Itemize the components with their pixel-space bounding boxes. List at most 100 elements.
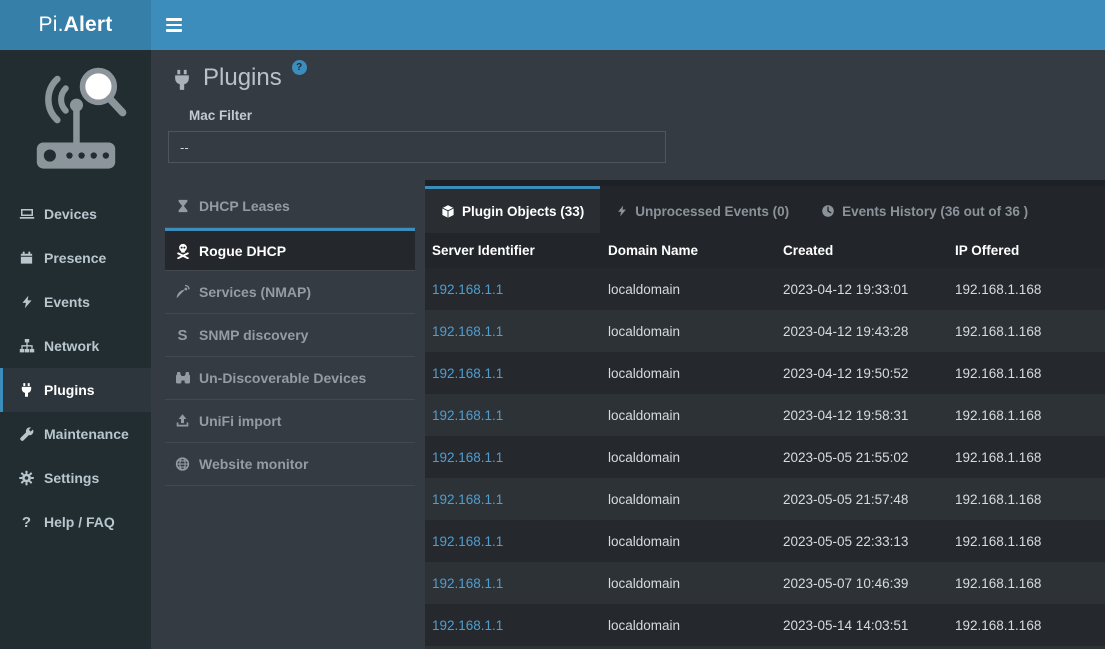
tab-label: Events History (36 out of 36 )	[842, 204, 1028, 219]
brand-logo[interactable]: Pi.Alert	[0, 0, 151, 50]
question-icon: ?	[18, 514, 35, 531]
brand-prefix: Pi.	[39, 13, 64, 37]
sidebar-item-devices[interactable]: Devices	[0, 192, 151, 236]
created-cell: 2023-05-14 14:03:51	[776, 604, 948, 646]
hamburger-icon[interactable]	[151, 0, 197, 50]
plugin-nav-label: Rogue DHCP	[199, 243, 286, 259]
ip-cell: 192.168.1.168	[948, 436, 1105, 478]
plugin-nav-dhcp-leases[interactable]: DHCP Leases	[165, 185, 415, 228]
router-scanner-logo	[0, 50, 151, 192]
domain-cell: localdomain	[601, 520, 776, 562]
sidebar-item-settings[interactable]: Settings	[0, 456, 151, 500]
col-header-ip-offered: IP Offered	[948, 233, 1105, 268]
s-letter-icon: S	[174, 327, 191, 344]
server-link[interactable]: 192.168.1.1	[432, 618, 503, 633]
table-row: 192.168.1.1 localdomain 2023-05-14 14:03…	[425, 604, 1105, 646]
ip-cell: 192.168.1.168	[948, 478, 1105, 520]
table-row: 192.168.1.1 localdomain 2023-04-12 19:43…	[425, 310, 1105, 352]
main-content: Plugins ? Mac Filter DHCP Leases Rogue D…	[151, 50, 1105, 649]
table-row: 192.168.1.1 localdomain 2023-05-05 21:57…	[425, 478, 1105, 520]
sidebar-item-label: Plugins	[44, 382, 95, 398]
calendar-icon	[18, 250, 35, 266]
server-link[interactable]: 192.168.1.1	[432, 408, 503, 423]
sidebar-item-label: Settings	[44, 470, 99, 486]
dhcp-objects-table: Server Identifier Domain Name Created IP…	[425, 233, 1105, 646]
plugin-nav-snmp-discovery[interactable]: S SNMP discovery	[165, 314, 415, 357]
sidebar-item-network[interactable]: Network	[0, 324, 151, 368]
created-cell: 2023-05-05 21:55:02	[776, 436, 948, 478]
mac-filter-input[interactable]	[168, 131, 666, 163]
server-link[interactable]: 192.168.1.1	[432, 366, 503, 381]
plugin-nav-label: UniFi import	[199, 413, 281, 429]
sidebar-item-presence[interactable]: Presence	[0, 236, 151, 280]
domain-cell: localdomain	[601, 436, 776, 478]
server-link[interactable]: 192.168.1.1	[432, 576, 503, 591]
col-header-server-identifier: Server Identifier	[425, 233, 601, 268]
ip-cell: 192.168.1.168	[948, 604, 1105, 646]
plugin-nav: DHCP Leases Rogue DHCP Services (NMAP) S…	[165, 185, 415, 486]
plugin-nav-services-nmap[interactable]: Services (NMAP)	[165, 271, 415, 314]
plugin-nav-website-monitor[interactable]: Website monitor	[165, 443, 415, 486]
sidebar-item-plugins[interactable]: Plugins	[0, 368, 151, 412]
sidebar-item-label: Maintenance	[44, 426, 129, 442]
plugin-nav-label: SNMP discovery	[199, 327, 308, 343]
tab-unprocessed-events[interactable]: Unprocessed Events (0)	[600, 186, 805, 233]
ip-cell: 192.168.1.168	[948, 352, 1105, 394]
page-header: Plugins ?	[151, 50, 1105, 92]
domain-cell: localdomain	[601, 604, 776, 646]
ip-cell: 192.168.1.168	[948, 520, 1105, 562]
plugin-nav-label: Un-Discoverable Devices	[199, 370, 366, 386]
help-badge[interactable]: ?	[292, 60, 307, 75]
hourglass-icon	[174, 198, 191, 214]
sidebar-item-label: Events	[44, 294, 90, 310]
plugin-table-panel: Plugin Objects (33) Unprocessed Events (…	[425, 180, 1105, 649]
server-link[interactable]: 192.168.1.1	[432, 450, 503, 465]
domain-cell: localdomain	[601, 352, 776, 394]
domain-cell: localdomain	[601, 562, 776, 604]
brand-bold: Alert	[64, 13, 113, 37]
plugin-nav-undiscoverable-devices[interactable]: Un-Discoverable Devices	[165, 357, 415, 400]
tab-label: Unprocessed Events (0)	[635, 204, 789, 219]
ip-cell: 192.168.1.168	[948, 310, 1105, 352]
sidebar-item-label: Devices	[44, 206, 97, 222]
skull-crossbones-icon	[174, 243, 191, 259]
tab-plugin-objects[interactable]: Plugin Objects (33)	[425, 186, 600, 233]
server-link[interactable]: 192.168.1.1	[432, 324, 503, 339]
tab-label: Plugin Objects (33)	[462, 204, 584, 219]
tab-events-history[interactable]: Events History (36 out of 36 )	[805, 186, 1044, 233]
plug-icon	[171, 68, 193, 92]
ip-cell: 192.168.1.168	[948, 562, 1105, 604]
table-row: 192.168.1.1 localdomain 2023-04-12 19:58…	[425, 394, 1105, 436]
table-row: 192.168.1.1 localdomain 2023-05-07 10:46…	[425, 562, 1105, 604]
col-header-created: Created	[776, 233, 948, 268]
sidebar-item-events[interactable]: Events	[0, 280, 151, 324]
plugin-nav-unifi-import[interactable]: UniFi import	[165, 400, 415, 443]
created-cell: 2023-04-12 19:33:01	[776, 268, 948, 310]
domain-cell: localdomain	[601, 268, 776, 310]
sidebar-item-maintenance[interactable]: Maintenance	[0, 412, 151, 456]
bolt-icon	[18, 294, 35, 310]
table-row: 192.168.1.1 localdomain 2023-04-12 19:50…	[425, 352, 1105, 394]
created-cell: 2023-05-07 10:46:39	[776, 562, 948, 604]
plugin-nav-label: Website monitor	[199, 456, 308, 472]
table-row: 192.168.1.1 localdomain 2023-04-12 19:33…	[425, 268, 1105, 310]
plugin-nav-rogue-dhcp[interactable]: Rogue DHCP	[165, 228, 415, 271]
created-cell: 2023-05-05 22:33:13	[776, 520, 948, 562]
sidebar-item-help-faq[interactable]: ? Help / FAQ	[0, 500, 151, 544]
ip-cell: 192.168.1.168	[948, 394, 1105, 436]
sidebar-item-label: Presence	[44, 250, 106, 266]
gear-icon	[18, 470, 35, 486]
satellite-dish-icon	[174, 284, 191, 300]
created-cell: 2023-04-12 19:58:31	[776, 394, 948, 436]
binoculars-icon	[174, 370, 191, 386]
domain-cell: localdomain	[601, 394, 776, 436]
server-link[interactable]: 192.168.1.1	[432, 492, 503, 507]
created-cell: 2023-05-05 21:57:48	[776, 478, 948, 520]
table-row: 192.168.1.1 localdomain 2023-05-05 22:33…	[425, 520, 1105, 562]
server-link[interactable]: 192.168.1.1	[432, 282, 503, 297]
server-link[interactable]: 192.168.1.1	[432, 534, 503, 549]
created-cell: 2023-04-12 19:50:52	[776, 352, 948, 394]
cube-icon	[441, 204, 455, 219]
sidebar: Devices Presence Events Network Plugins …	[0, 50, 151, 649]
laptop-icon	[18, 206, 35, 222]
